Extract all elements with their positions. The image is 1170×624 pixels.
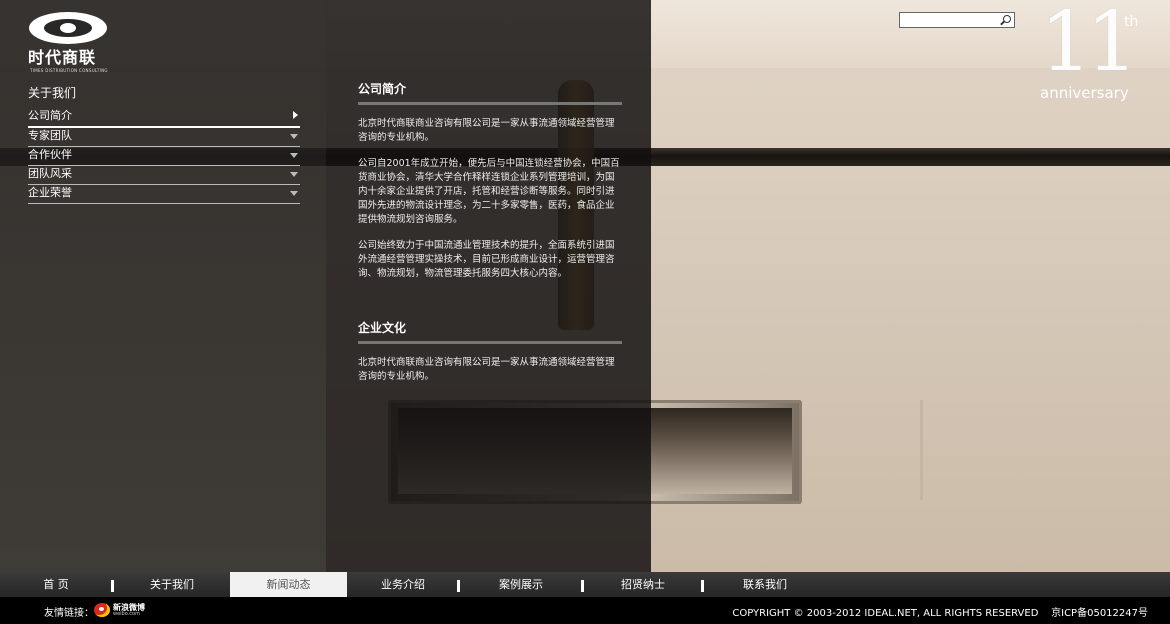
footer: 友情链接： 新浪微博 weibo.com COPYRIGHT © 2003-20… [0, 597, 1170, 624]
sidebar-item-label: 企业荣誉 [28, 186, 72, 199]
nav-about[interactable]: 关于我们 [114, 572, 230, 597]
paragraph: 北京时代商联商业咨询有限公司是一家从事流通领域经营管理咨询的专业机构。 [358, 118, 615, 143]
nav-cases[interactable]: 案例展示 [460, 572, 582, 597]
sidebar-item-label: 合作伙伴 [28, 148, 72, 161]
site-logo[interactable]: 时代商联 TIMES DISTRIBUTION CONSULTING [28, 12, 110, 74]
nav-news[interactable]: 新闻动态 [230, 572, 347, 597]
cabinet-line [920, 400, 923, 500]
chevron-down-icon [290, 134, 298, 139]
nav-contact[interactable]: 联系我们 [704, 572, 826, 597]
section-heading-culture: 企业文化 [358, 319, 622, 344]
sidebar-item-label: 专家团队 [28, 129, 72, 142]
main-nav: 首 页 关于我们 新闻动态 业务介绍 案例展示 招贤纳士 联系我们 [0, 572, 1170, 597]
sidebar-item-partners[interactable]: 合作伙伴 [28, 147, 300, 166]
paragraph: 公司始终致力于中国流通业管理技术的提升，全面系统引进国外流通经营管理实操技术，目… [358, 240, 615, 279]
weibo-link[interactable]: 新浪微博 weibo.com [94, 600, 148, 620]
weibo-domain: weibo.com [113, 611, 140, 617]
chevron-down-icon [290, 172, 298, 177]
sidebar-item-expert-team[interactable]: 专家团队 [28, 128, 300, 147]
paragraph: 北京时代商联商业咨询有限公司是一家从事流通领域经营管理咨询的专业机构。 [358, 357, 615, 382]
sidebar-title: 关于我们 [28, 86, 77, 100]
main-content: 公司简介 北京时代商联商业咨询有限公司是一家从事流通领域经营管理咨询的专业机构。… [358, 80, 622, 384]
sidebar-item-label: 团队风采 [28, 167, 72, 180]
chevron-right-icon [293, 111, 298, 119]
sidebar-item-company-profile[interactable]: 公司简介 [28, 108, 300, 128]
friend-links-label: 友情链接： [44, 608, 94, 619]
sidebar-item-label: 公司简介 [28, 109, 72, 122]
search-icon[interactable] [1003, 15, 1011, 23]
anniversary-badge: 11 th anniversary [1040, 2, 1150, 104]
nav-careers[interactable]: 招贤纳士 [584, 572, 702, 597]
paragraph: 公司自2001年成立开始，便先后与中国连锁经营协会，中国百货商业协会，清华大学合… [358, 158, 620, 225]
search-input[interactable] [900, 18, 1000, 32]
sidebar-item-honors[interactable]: 企业荣誉 [28, 185, 300, 204]
anniversary-suffix: th [1124, 14, 1139, 30]
section-heading-company-profile: 公司简介 [358, 80, 622, 105]
nav-home[interactable]: 首 页 [0, 572, 112, 597]
logo-brand: 时代商联 [28, 48, 97, 67]
copyright-text: COPYRIGHT © 2003-2012 IDEAL.NET, ALL RIG… [732, 608, 1148, 619]
logo-eye-pupil [60, 23, 76, 33]
anniversary-word: anniversary [1040, 84, 1129, 102]
sidebar-item-team-style[interactable]: 团队风采 [28, 166, 300, 185]
chevron-down-icon [290, 153, 298, 158]
logo-subtitle: TIMES DISTRIBUTION CONSULTING [30, 68, 108, 73]
weibo-icon [94, 603, 110, 617]
sidebar-nav: 公司简介 专家团队 合作伙伴 团队风采 企业荣誉 [28, 108, 300, 204]
nav-business[interactable]: 业务介绍 [348, 572, 458, 597]
search-box [899, 12, 1015, 32]
chevron-down-icon [290, 191, 298, 196]
anniversary-number: 11 [1040, 0, 1138, 90]
